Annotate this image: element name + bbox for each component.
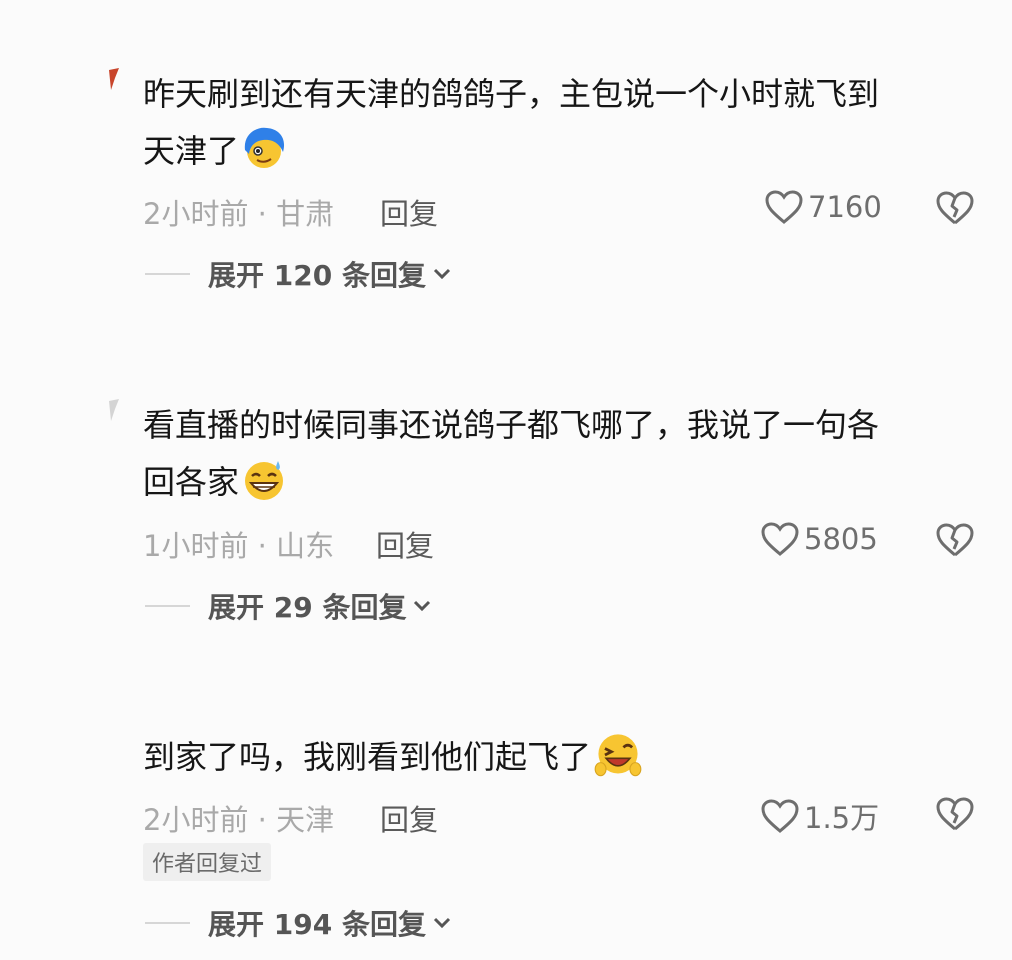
comment-meta: 1小时前 · 山东 [143, 529, 335, 563]
expand-replies-button[interactable]: 展开 29 条回复 [145, 586, 432, 626]
chevron-down-icon [433, 917, 451, 929]
like-count: 5805 [804, 522, 878, 556]
heart-icon [765, 190, 803, 224]
avatar[interactable] [107, 399, 121, 421]
comment-time: 2小时前 [143, 803, 249, 837]
like-count: 7160 [808, 190, 882, 224]
broken-heart-icon[interactable] [935, 189, 975, 227]
comment-time: 2小时前 [143, 197, 249, 231]
comment-text: 到家了吗，我刚看到他们起飞了 [143, 729, 953, 786]
reply-button[interactable]: 回复 [376, 523, 434, 565]
broken-heart-icon[interactable] [935, 521, 975, 559]
comment-text-line: 回各家 [143, 454, 953, 511]
comment-location: 天津 [276, 803, 335, 837]
comment-location: 山东 [276, 529, 335, 563]
comment-time: 1小时前 [143, 529, 249, 563]
comment-text: 昨天刷到还有天津的鸽鸽子，主包说一个小时就飞到 天津了 [143, 66, 953, 180]
divider-line [145, 273, 190, 275]
laughing-wink-emoji [594, 734, 642, 777]
author-replied-badge: 作者回复过 [143, 843, 272, 881]
comment-text-line: 昨天刷到还有天津的鸽鸽子，主包说一个小时就飞到 [143, 75, 880, 113]
heart-icon [761, 522, 799, 556]
comment-text: 看直播的时候同事还说鸽子都飞哪了，我说了一句各 回各家 [143, 397, 953, 511]
like-button[interactable]: 1.5万 [760, 795, 879, 837]
like-button[interactable]: 7160 [764, 189, 882, 225]
expand-replies-button[interactable]: 展开 194 条回复 [145, 903, 452, 943]
chevron-down-icon [414, 600, 431, 612]
comment-location: 甘肃 [276, 197, 335, 231]
comment-text-line: 到家了吗，我刚看到他们起飞了 [143, 729, 953, 786]
reply-button[interactable]: 回复 [380, 191, 438, 233]
broken-heart-icon[interactable] [935, 795, 975, 833]
avatar[interactable] [107, 68, 121, 90]
like-count: 1.5万 [804, 801, 880, 835]
expand-replies-button[interactable]: 展开 120 条回复 [145, 254, 452, 294]
comment-text-line: 看直播的时候同事还说鸽子都飞哪了，我说了一句各 [143, 406, 880, 444]
expand-replies-label: 展开 29 条回复 [208, 591, 407, 624]
chevron-down-icon [433, 268, 451, 280]
divider-line [145, 922, 190, 924]
grin-sweat-emoji [245, 461, 284, 500]
comment-text-line: 天津了 [143, 123, 953, 180]
comment-meta: 2小时前 · 天津 [143, 803, 335, 837]
divider-line [145, 605, 190, 607]
expand-replies-label: 展开 194 条回复 [208, 908, 426, 941]
reply-button[interactable]: 回复 [380, 797, 438, 839]
heart-icon [761, 799, 799, 833]
comment-meta: 2小时前 · 甘肃 [143, 197, 335, 231]
expand-replies-label: 展开 120 条回复 [208, 259, 426, 292]
like-button[interactable]: 5805 [760, 521, 878, 557]
blue-hair-face-emoji [244, 127, 285, 168]
